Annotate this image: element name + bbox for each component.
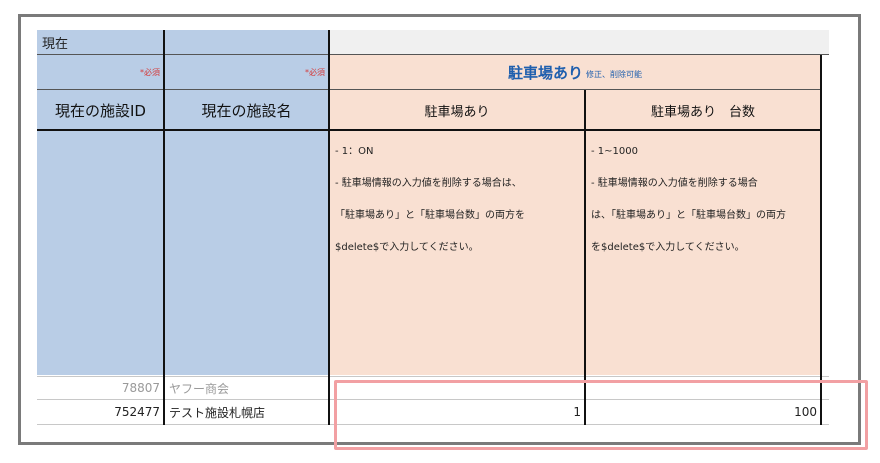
col-header-facility-id[interactable]: 現在の施設ID: [37, 90, 164, 130]
grid-line-v4: [820, 55, 822, 425]
desc-cell-facility-id[interactable]: [37, 131, 164, 375]
col-header-parking-label: 駐車場あり: [424, 104, 490, 120]
col-header-parking-count[interactable]: 駐車場あり 台数: [585, 90, 821, 130]
grid-line-h4: [37, 376, 829, 377]
desc-cell-parking-count[interactable]: - 1~1000 - 駐車場情報の入力値を削除する場合 は、「駐車場あり」と「駐…: [585, 131, 821, 375]
row-1-id-text: 78807: [121, 381, 160, 395]
desc-cell-facility-name[interactable]: [164, 131, 329, 375]
row-2-id-text: 752477: [114, 405, 160, 419]
section-label-cell[interactable]: 現在: [37, 30, 164, 54]
parking-merged-note: 修正、削除可能: [586, 69, 642, 79]
col-header-facility-id-label: 現在の施設ID: [55, 101, 146, 120]
desc-cell-parking[interactable]: - 1：ON - 駐車場情報の入力値を削除する場合は、 「駐車場あり」と「駐車場…: [329, 131, 585, 375]
grid-line-v1: [163, 30, 165, 425]
parking-merged-header[interactable]: 駐車場あり 修正、削除可能: [329, 55, 821, 89]
col-header-facility-name-label: 現在の施設名: [201, 101, 292, 120]
col-header-parking[interactable]: 駐車場あり: [329, 90, 585, 130]
col-header-parking-count-label: 駐車場あり 台数: [650, 104, 755, 120]
grid-line-v2: [328, 30, 330, 425]
table-row-1-name[interactable]: ヤフー商会: [164, 377, 329, 399]
table-row-1-id[interactable]: 78807: [37, 377, 164, 399]
desc-count-line-2: - 駐車場情報の入力値を削除する場合: [591, 178, 758, 189]
grid-line-v3: [584, 90, 586, 425]
required-mark-id[interactable]: *必須: [37, 55, 164, 89]
desc-parking-line-3: 「駐車場あり」と「駐車場台数」の両方を: [335, 210, 525, 221]
row-1-name-text: ヤフー商会: [169, 381, 230, 396]
required-text-id: *必須: [140, 67, 160, 77]
spreadsheet: 現在 *必須 *必須 駐車場あり 修正、削除可能 現在の施設ID 現在の施設名 …: [37, 30, 829, 433]
grid-line-h1: [37, 54, 829, 55]
required-text-name: *必須: [305, 67, 325, 77]
highlight-box: [334, 380, 868, 450]
table-row-2-name[interactable]: テスト施設札幌店: [164, 400, 329, 424]
required-mark-name[interactable]: *必須: [164, 55, 329, 89]
section-gray-bar[interactable]: [329, 30, 829, 54]
row-2-name-text: テスト施設札幌店: [169, 405, 266, 420]
desc-count-line-4: を$delete$で入力してください。: [591, 242, 745, 253]
desc-parking-line-4: $delete$で入力してください。: [335, 242, 479, 253]
grid-line-h3: [37, 129, 821, 131]
col-header-facility-name[interactable]: 現在の施設名: [164, 90, 329, 130]
grid-line-h2: [37, 89, 821, 90]
desc-parking-line-2: - 駐車場情報の入力値を削除する場合は、: [335, 178, 522, 189]
desc-count-line-3: は、「駐車場あり」と「駐車場台数」の両方: [591, 210, 786, 221]
desc-parking-line-1: - 1：ON: [335, 146, 374, 157]
screenshot-frame: 現在 *必須 *必須 駐車場あり 修正、削除可能 現在の施設ID 現在の施設名 …: [18, 14, 868, 450]
parking-merged-title: 駐車場あり: [507, 63, 583, 82]
table-row-2-id[interactable]: 752477: [37, 400, 164, 424]
section-label: 現在: [42, 36, 69, 52]
desc-count-line-1: - 1~1000: [591, 146, 638, 157]
section-empty-cell[interactable]: [164, 30, 329, 54]
